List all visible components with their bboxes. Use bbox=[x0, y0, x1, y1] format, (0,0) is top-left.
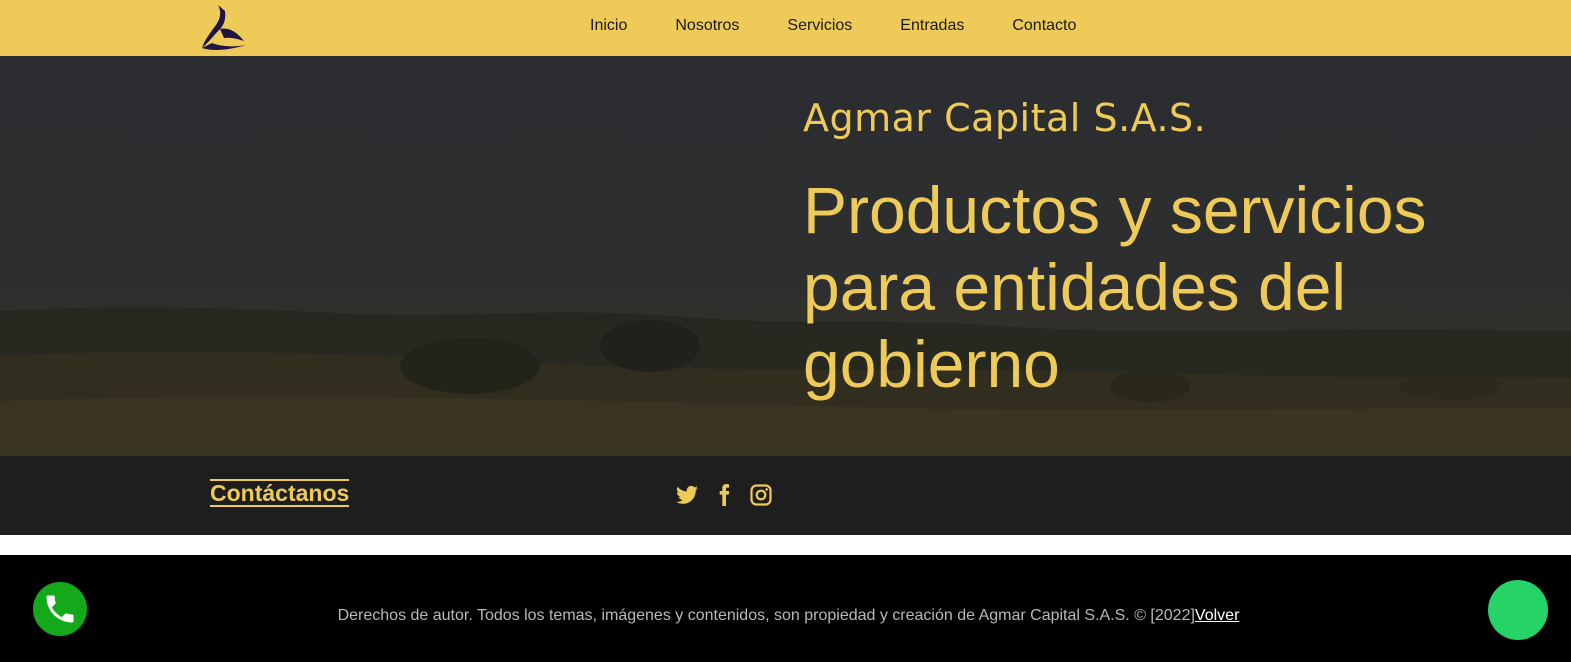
nav-link-inicio[interactable]: Inicio bbox=[590, 17, 627, 35]
copyright-text: Derechos de autor. Todos los temas, imág… bbox=[337, 607, 1195, 624]
footer: Derechos de autor. Todos los temas, imág… bbox=[0, 555, 1571, 662]
whatsapp-button[interactable] bbox=[1488, 580, 1548, 640]
top-navbar: Inicio Nosotros Servicios Entradas Conta… bbox=[0, 0, 1571, 56]
nav-links: Inicio Nosotros Servicios Entradas Conta… bbox=[590, 0, 1124, 52]
nav-link-entradas[interactable]: Entradas bbox=[900, 17, 964, 35]
twitter-icon[interactable] bbox=[675, 483, 699, 507]
back-link[interactable]: Volver bbox=[1195, 607, 1239, 624]
footer-copyright: Derechos de autor. Todos los temas, imág… bbox=[0, 607, 1571, 625]
agmar-logo-icon[interactable] bbox=[198, 3, 250, 53]
nav-link-servicios[interactable]: Servicios bbox=[787, 17, 852, 35]
hero-company-name: Agmar Capital S.A.S. bbox=[803, 96, 1207, 140]
contact-strip: Contáctanos bbox=[0, 456, 1571, 535]
contact-us-link[interactable]: Contáctanos bbox=[210, 479, 350, 507]
social-links bbox=[675, 483, 786, 507]
nav-link-contacto[interactable]: Contacto bbox=[1012, 17, 1076, 35]
hero-banner: Agmar Capital S.A.S. Productos y servici… bbox=[0, 56, 1571, 456]
facebook-icon[interactable] bbox=[712, 483, 736, 507]
section-gap bbox=[0, 535, 1571, 555]
nav-link-nosotros[interactable]: Nosotros bbox=[675, 17, 739, 35]
phone-icon bbox=[46, 595, 74, 623]
instagram-icon[interactable] bbox=[749, 483, 773, 507]
hero-heading: Productos y servicios para entidades del… bbox=[803, 173, 1427, 401]
call-button[interactable] bbox=[33, 582, 87, 636]
